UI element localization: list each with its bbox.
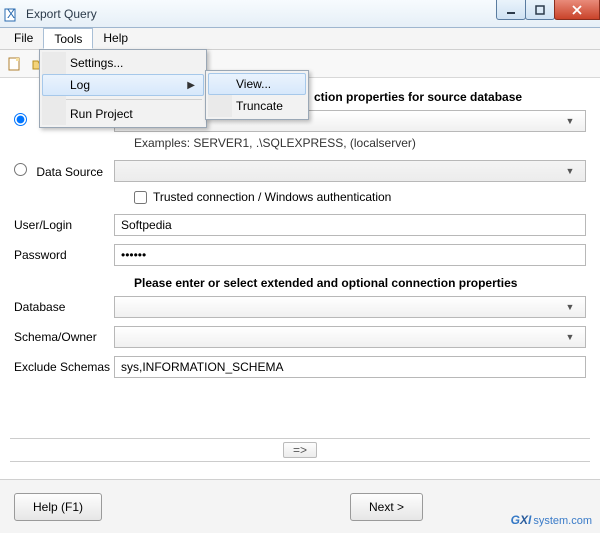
menu-settings-label: Settings... <box>70 56 123 70</box>
window-controls <box>497 0 600 20</box>
database-label: Database <box>14 300 114 314</box>
trusted-label: Trusted connection / Windows authenticat… <box>153 190 391 204</box>
submenu-view[interactable]: View... <box>208 73 306 95</box>
separator-line-bottom <box>10 461 590 462</box>
app-icon: X <box>4 6 20 22</box>
menu-log-label: Log <box>70 78 90 92</box>
menu-run-project[interactable]: Run Project <box>42 103 204 125</box>
tools-dropdown: Settings... Log ▶ Run Project <box>39 49 207 128</box>
titlebar: X Export Query <box>0 0 600 28</box>
server-hint: Examples: SERVER1, .\SQLEXPRESS, (locals… <box>134 136 586 150</box>
submenu-truncate[interactable]: Truncate <box>208 95 306 117</box>
row-database: Database ▼ <box>14 296 586 318</box>
menu-file[interactable]: File <box>4 28 43 49</box>
menu-help[interactable]: Help <box>93 28 138 49</box>
exclude-input[interactable] <box>114 356 586 378</box>
menu-log[interactable]: Log ▶ <box>42 74 204 96</box>
help-button-label: Help (F1) <box>33 500 83 514</box>
server-radio[interactable] <box>14 113 27 126</box>
user-label: User/Login <box>14 218 114 232</box>
exclude-label: Exclude Schemas <box>14 360 114 374</box>
password-label: Password <box>14 248 114 262</box>
menu-run-project-label: Run Project <box>70 107 133 121</box>
footer: Help (F1) Next > GXIsystem.com <box>0 479 600 533</box>
expand-button[interactable]: => <box>283 442 317 458</box>
next-button-label: Next > <box>369 500 404 514</box>
database-combo[interactable]: ▼ <box>114 296 586 318</box>
new-file-icon[interactable] <box>6 55 24 73</box>
menu-tools[interactable]: Tools <box>43 28 93 49</box>
help-button[interactable]: Help (F1) <box>14 493 102 521</box>
branding-logo: GXIsystem.com <box>511 513 592 527</box>
submenu-view-label: View... <box>236 77 271 91</box>
row-trusted: Trusted connection / Windows authenticat… <box>134 190 586 204</box>
row-password: Password <box>14 244 586 266</box>
menu-settings[interactable]: Settings... <box>42 52 204 74</box>
section-heading-extended: Please enter or select extended and opti… <box>134 276 586 290</box>
datasource-radio[interactable] <box>14 163 27 176</box>
menubar: File Tools Help <box>0 28 600 50</box>
schema-label: Schema/Owner <box>14 330 114 344</box>
trusted-checkbox[interactable] <box>134 191 147 204</box>
next-button[interactable]: Next > <box>350 493 423 521</box>
expand-button-label: => <box>293 443 307 457</box>
row-user: User/Login <box>14 214 586 236</box>
schema-combo[interactable]: ▼ <box>114 326 586 348</box>
password-input[interactable] <box>114 244 586 266</box>
chevron-down-icon: ▼ <box>561 332 579 342</box>
chevron-down-icon: ▼ <box>561 302 579 312</box>
row-exclude: Exclude Schemas <box>14 356 586 378</box>
row-schema: Schema/Owner ▼ <box>14 326 586 348</box>
section-heading-source: ction properties for source database <box>314 90 586 104</box>
datasource-label: Data Source <box>36 165 103 179</box>
close-button[interactable] <box>554 0 600 20</box>
submenu-arrow-icon: ▶ <box>187 80 195 91</box>
heading1-text: ction properties for source database <box>314 90 522 104</box>
maximize-button[interactable] <box>525 0 555 20</box>
branding-sub: system.com <box>533 515 592 527</box>
minimize-button[interactable] <box>496 0 526 20</box>
datasource-radio-cell: Data Source <box>14 163 114 179</box>
separator-area: => <box>10 438 590 462</box>
log-submenu: View... Truncate <box>205 70 309 120</box>
submenu-truncate-label: Truncate <box>236 99 283 113</box>
datasource-combo[interactable]: ▼ <box>114 160 586 182</box>
menu-separator <box>44 99 202 100</box>
row-datasource: Data Source ▼ <box>14 160 586 182</box>
user-input[interactable] <box>114 214 586 236</box>
chevron-down-icon: ▼ <box>561 166 579 176</box>
chevron-down-icon: ▼ <box>561 116 579 126</box>
svg-text:X: X <box>7 7 15 21</box>
window-title: Export Query <box>26 7 97 21</box>
